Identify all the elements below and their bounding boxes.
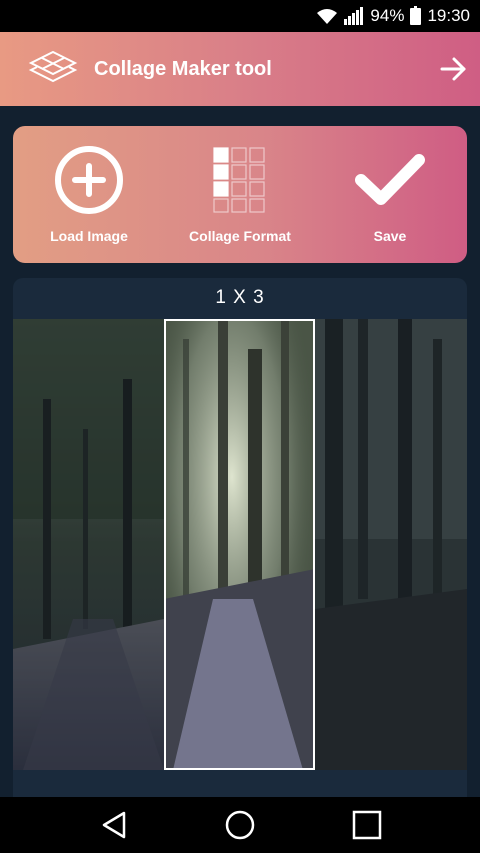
collage-format-label: Collage Format xyxy=(189,228,291,244)
stacked-diamond-logo-icon xyxy=(28,50,78,89)
app-title: Collage Maker tool xyxy=(94,57,272,80)
checkmark-icon xyxy=(355,144,425,216)
arrow-right-icon[interactable] xyxy=(438,54,468,84)
collage-format-button[interactable]: Collage Format xyxy=(183,126,297,263)
plus-circle-icon xyxy=(54,144,124,216)
clock-time: 19:30 xyxy=(427,6,470,25)
tools-card: Load Image Collage Format Save xyxy=(13,126,467,263)
battery-icon xyxy=(410,5,422,25)
save-label: Save xyxy=(373,228,407,244)
app-bar: Collage Maker tool xyxy=(0,32,480,106)
signal-icon xyxy=(344,7,364,25)
home-icon[interactable] xyxy=(224,809,256,841)
collage-preview-panel: 1 X 3 xyxy=(13,278,467,798)
save-button[interactable]: Save xyxy=(340,126,440,263)
collage-cell-2[interactable] xyxy=(164,319,315,770)
load-image-label: Load Image xyxy=(50,228,128,244)
collage-canvas[interactable] xyxy=(13,319,467,770)
recents-icon[interactable] xyxy=(351,809,383,841)
back-icon[interactable] xyxy=(98,809,130,841)
battery-percent: 94% xyxy=(370,6,405,25)
navigation-bar xyxy=(0,797,480,853)
collage-cell-1[interactable] xyxy=(13,319,164,770)
layout-label: 1 X 3 xyxy=(215,287,265,308)
wifi-icon xyxy=(316,7,338,25)
status-bar: 94% 19:30 xyxy=(0,0,480,32)
load-image-button[interactable]: Load Image xyxy=(39,126,139,263)
collage-cell-3[interactable] xyxy=(315,319,467,770)
grid-format-icon xyxy=(212,144,268,216)
